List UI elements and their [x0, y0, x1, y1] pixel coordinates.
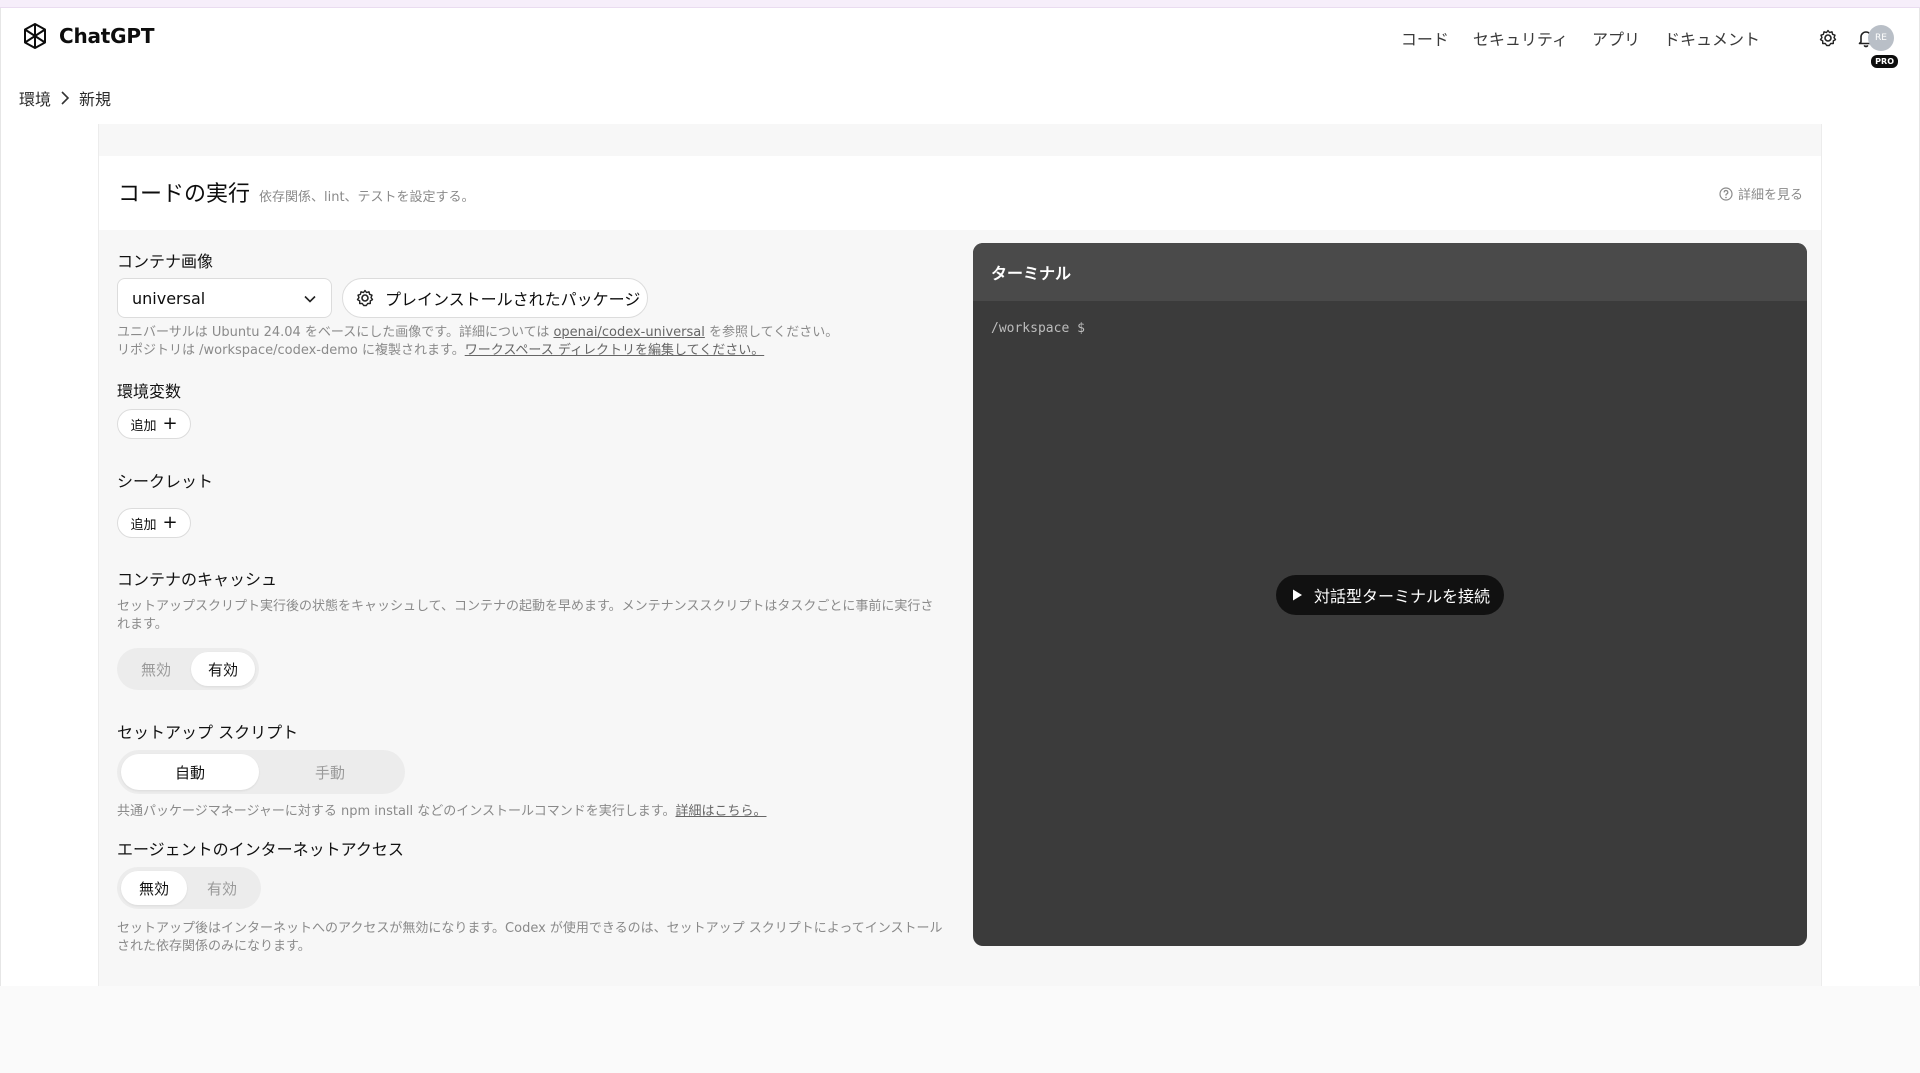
app-logo[interactable]: ChatGPT — [19, 20, 154, 52]
header: ChatGPT コード セキュリティ アプリ ドキュメント RE PRO — [0, 8, 1920, 68]
terminal-prompt: /workspace $ — [991, 321, 1085, 336]
gear-icon[interactable] — [1818, 28, 1838, 48]
container-cache-help: セットアップスクリプト実行後の状態をキャッシュして、コンテナの起動を早めます。メ… — [117, 599, 934, 632]
add-env-var-button[interactable]: 追加 + — [117, 409, 191, 439]
breadcrumb-new: 新規 — [79, 90, 112, 109]
page-title: コードの実行 — [118, 182, 251, 207]
setup-script-label: セットアップ スクリプト — [117, 723, 299, 742]
container-image-label: コンテナ画像 — [117, 252, 214, 271]
codex-universal-link[interactable]: openai/codex-universal — [553, 325, 704, 340]
gear-icon — [356, 289, 374, 307]
setup-help-text: 共通パッケージマネージャーに対する npm install などのインストールコ… — [117, 804, 676, 819]
add-secret-label: 追加 — [130, 517, 157, 533]
bottom-band — [0, 986, 1920, 1073]
container-image-select[interactable]: universal — [117, 278, 332, 318]
container-help-line1-prefix: ユニバーサルは Ubuntu 24.04 をベースにした画像です。詳細については — [117, 325, 554, 340]
add-secret-button[interactable]: 追加 + — [117, 508, 191, 538]
container-image-value: universal — [132, 288, 206, 308]
plan-badge: PRO — [1871, 55, 1898, 68]
nav-code[interactable]: コード — [1401, 26, 1449, 50]
openai-logo-icon — [24, 23, 46, 49]
preinstalled-packages-button[interactable]: プレインストールされたパッケージ — [342, 278, 648, 318]
nav-apps[interactable]: アプリ — [1592, 26, 1640, 50]
breadcrumb: 環境 新規 — [19, 86, 111, 110]
container-help-line1-suffix: を参照してください。 — [704, 325, 839, 340]
setup-learn-more-link[interactable]: 詳細はこちら。 — [675, 804, 766, 819]
setup-option-manual[interactable]: 手動 — [259, 754, 401, 790]
internet-access-label: エージェントのインターネットアクセス — [117, 840, 404, 859]
question-circle-icon — [1719, 186, 1733, 201]
cache-option-enabled[interactable]: 有効 — [191, 652, 255, 686]
nav-docs[interactable]: ドキュメント — [1664, 26, 1760, 50]
avatar[interactable]: RE — [1868, 25, 1894, 51]
chevron-down-icon — [304, 295, 316, 303]
breadcrumb-environments[interactable]: 環境 — [19, 86, 51, 110]
cache-option-disabled[interactable]: 無効 — [121, 652, 191, 686]
container-help-line2-prefix: リポジトリは /workspace/codex-demo に複製されます。 — [117, 343, 465, 358]
internet-option-disabled[interactable]: 無効 — [121, 871, 187, 905]
page-subtitle: 依存関係、lint、テストを設定する。 — [259, 190, 475, 205]
chevron-right-icon — [61, 91, 70, 105]
container-image-help: ユニバーサルは Ubuntu 24.04 をベースにした画像です。詳細については… — [117, 324, 947, 360]
connect-terminal-label: 対話型ターミナルを接続 — [1313, 587, 1490, 606]
plus-icon: + — [162, 512, 178, 533]
internet-access-toggle: 無効 有効 — [117, 867, 261, 909]
panel-header: コードの実行 依存関係、lint、テストを設定する。 詳細を見る — [99, 156, 1821, 230]
top-nav: コード セキュリティ アプリ ドキュメント — [1401, 26, 1760, 50]
nav-security[interactable]: セキュリティ — [1473, 26, 1568, 50]
setup-option-auto[interactable]: 自動 — [121, 754, 259, 790]
plus-icon: + — [162, 413, 178, 434]
terminal-title: ターミナル — [973, 243, 1807, 301]
edit-workspace-dir-link[interactable]: ワークスペース ディレクトリを編集してください。 — [465, 343, 765, 358]
add-env-var-label: 追加 — [130, 418, 157, 434]
secrets-label: シークレット — [117, 472, 214, 491]
help-link[interactable]: 詳細を見る — [1719, 184, 1803, 203]
setup-script-toggle: 自動 手動 — [117, 750, 405, 794]
setup-script-help: 共通パッケージマネージャーに対する npm install などのインストールコ… — [117, 803, 947, 821]
container-cache-toggle: 無効 有効 — [117, 648, 259, 690]
connect-terminal-button[interactable]: 対話型ターミナルを接続 — [1276, 575, 1504, 615]
container-cache-label: コンテナのキャッシュ — [117, 570, 278, 589]
play-icon — [1292, 589, 1302, 601]
env-vars-label: 環境変数 — [117, 382, 182, 401]
preinstalled-packages-label: プレインストールされたパッケージ — [385, 290, 641, 309]
internet-access-help: セットアップ後はインターネットへのアクセスが無効になります。Codex が使用で… — [117, 921, 943, 954]
terminal-panel: ターミナル /workspace $ 対話型ターミナルを接続 — [973, 243, 1807, 946]
top-accent-line — [0, 0, 1920, 8]
app-name: ChatGPT — [59, 24, 155, 48]
internet-option-enabled[interactable]: 有効 — [187, 871, 257, 905]
help-link-label: 詳細を見る — [1737, 188, 1803, 203]
